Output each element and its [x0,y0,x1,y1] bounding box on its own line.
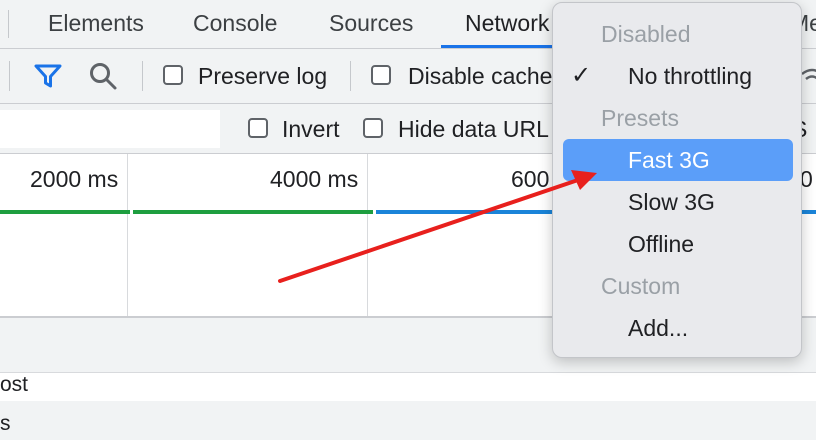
annotation-arrow-icon [278,170,597,283]
